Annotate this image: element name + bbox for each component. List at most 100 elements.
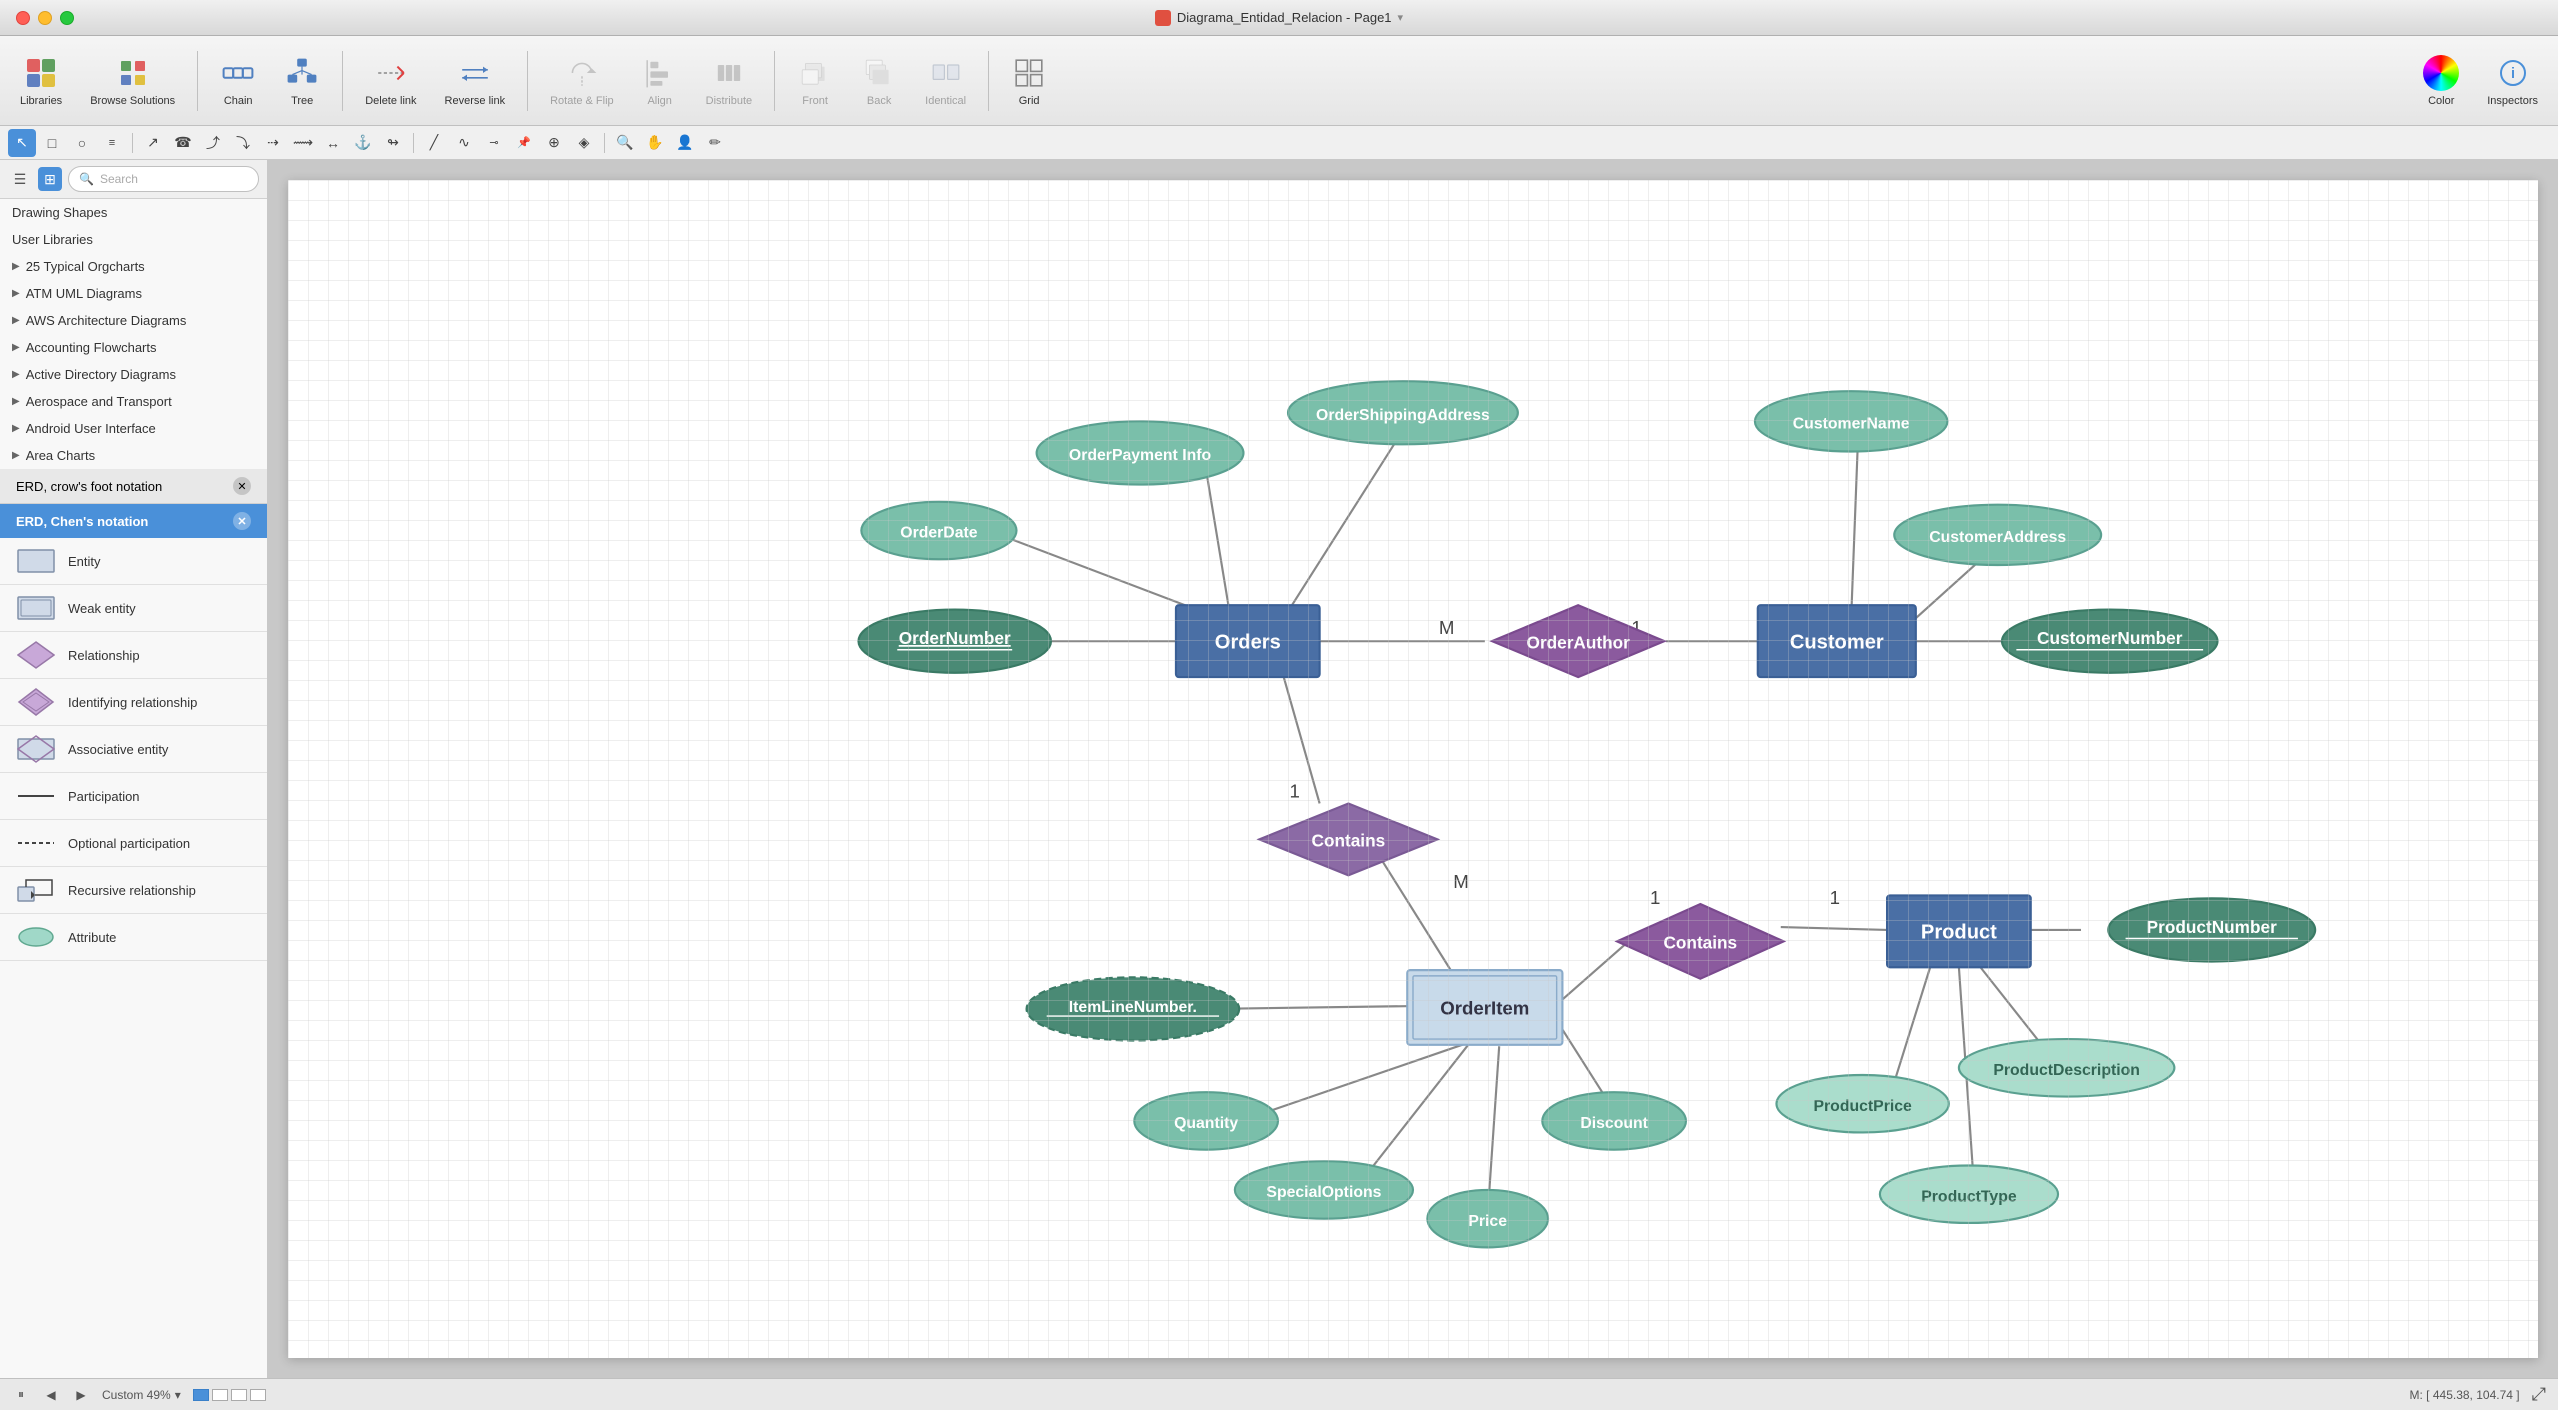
sidebar-item-accounting[interactable]: ▶ Accounting Flowcharts xyxy=(0,334,267,361)
pin4-tool[interactable]: ◈ xyxy=(570,129,598,157)
expand-button[interactable]: ⤢ xyxy=(2532,1384,2546,1405)
connect1-tool[interactable]: ↗ xyxy=(139,129,167,157)
diagram-canvas[interactable]: M 1 1 M 1 1 OrderShippingAddress OrderPa… xyxy=(288,180,2538,1358)
svg-text:ProductType: ProductType xyxy=(1921,1188,2017,1205)
sidebar-grid-view[interactable]: ⊞ xyxy=(38,167,62,191)
identical-button[interactable]: Identical xyxy=(913,49,978,113)
shape-attribute[interactable]: Attribute xyxy=(0,914,267,961)
connect4-tool[interactable]: ⤵ xyxy=(229,129,257,157)
shape-relationship[interactable]: Relationship xyxy=(0,632,267,679)
shape-weak-entity[interactable]: Weak entity xyxy=(0,585,267,632)
shape-associative-entity[interactable]: Associative entity xyxy=(0,726,267,773)
shape-recursive-relationship[interactable]: Recursive relationship xyxy=(0,867,267,914)
svg-text:M: M xyxy=(1453,871,1469,892)
person-tool[interactable]: 👤 xyxy=(671,129,699,157)
svg-text:1: 1 xyxy=(1631,617,1641,638)
chain-button[interactable]: Chain xyxy=(208,49,268,113)
coordinates-display: M: [ 445.38, 104.74 ] xyxy=(2410,1388,2520,1402)
svg-text:OrderShippingAddress: OrderShippingAddress xyxy=(1316,407,1490,424)
weak-entity-shape-icon xyxy=(16,593,56,623)
svg-text:Customer: Customer xyxy=(1790,631,1884,653)
pin1-tool[interactable]: ⊸ xyxy=(480,129,508,157)
sidebar-item-android[interactable]: ▶ Android User Interface xyxy=(0,415,267,442)
recursive-relationship-shape-icon xyxy=(16,875,56,905)
prev-page-button[interactable]: ◀ xyxy=(42,1386,60,1404)
front-button[interactable]: Front xyxy=(785,49,845,113)
erd-chen-close[interactable]: ✕ xyxy=(233,512,251,530)
svg-text:ProductDescription: ProductDescription xyxy=(1993,1062,2140,1079)
delete-link-button[interactable]: Delete link xyxy=(353,49,428,113)
sidebar-item-aws[interactable]: ▶ AWS Architecture Diagrams xyxy=(0,307,267,334)
sidebar-item-orgcharts[interactable]: ▶ 25 Typical Orgcharts xyxy=(0,253,267,280)
browse-solutions-button[interactable]: Browse Solutions xyxy=(78,49,187,113)
entity-shape-icon xyxy=(16,546,56,576)
canvas-area[interactable]: M 1 1 M 1 1 OrderShippingAddress OrderPa… xyxy=(268,160,2558,1378)
svg-text:Product: Product xyxy=(1921,922,1997,944)
back-button[interactable]: Back xyxy=(849,49,909,113)
connect2-tool[interactable]: ☎ xyxy=(169,129,197,157)
zoom-out-tool[interactable]: 🔍 xyxy=(611,129,639,157)
tools-toolbar: ↖ □ ○ ≡ ↗ ☎ ⤴ ⤵ ⇢ ⟿ ↔ ⚓ ↬ ╱ ∿ ⊸ 📌 ⊕ ◈ 🔍 … xyxy=(0,126,2558,160)
zoom-selector[interactable]: Custom 49% ▾ xyxy=(102,1388,181,1402)
connect7-tool[interactable]: ↔ xyxy=(319,129,347,157)
shape-identifying-relationship[interactable]: Identifying relationship xyxy=(0,679,267,726)
rotate-flip-button[interactable]: Rotate & Flip xyxy=(538,49,626,113)
text-tool[interactable]: ≡ xyxy=(98,129,126,157)
reverse-link-button[interactable]: Reverse link xyxy=(433,49,518,113)
pause-button[interactable]: ⏸ xyxy=(12,1386,30,1404)
sidebar-item-aerospace[interactable]: ▶ Aerospace and Transport xyxy=(0,388,267,415)
sidebar-item-atm-uml[interactable]: ▶ ATM UML Diagrams xyxy=(0,280,267,307)
line1-tool[interactable]: ╱ xyxy=(420,129,448,157)
rect-tool[interactable]: □ xyxy=(38,129,66,157)
inspectors-button[interactable]: i Inspectors xyxy=(2475,49,2550,113)
svg-text:1: 1 xyxy=(1650,887,1660,908)
connect6-tool[interactable]: ⟿ xyxy=(289,129,317,157)
sidebar-item-area-charts[interactable]: ▶ Area Charts xyxy=(0,442,267,469)
sidebar-item-drawing-shapes[interactable]: Drawing Shapes xyxy=(0,199,267,226)
shape-optional-participation[interactable]: Optional participation xyxy=(0,820,267,867)
distribute-button[interactable]: Distribute xyxy=(694,49,764,113)
minimize-button[interactable] xyxy=(38,11,52,25)
sidebar-list-view[interactable]: ☰ xyxy=(8,167,32,191)
page-indicator-3[interactable] xyxy=(231,1389,247,1401)
connect9-tool[interactable]: ↬ xyxy=(379,129,407,157)
next-page-button[interactable]: ▶ xyxy=(72,1386,90,1404)
page-indicator-2[interactable] xyxy=(212,1389,228,1401)
search-box[interactable]: 🔍 Search xyxy=(68,166,259,192)
svg-text:1: 1 xyxy=(1289,781,1299,802)
shape-participation[interactable]: Participation xyxy=(0,773,267,820)
sidebar-item-user-libraries[interactable]: User Libraries xyxy=(0,226,267,253)
svg-text:SpecialOptions: SpecialOptions xyxy=(1266,1184,1381,1201)
pin2-tool[interactable]: 📌 xyxy=(510,129,538,157)
page-indicator-4[interactable] xyxy=(250,1389,266,1401)
shape-entity[interactable]: Entity xyxy=(0,538,267,585)
close-button[interactable] xyxy=(16,11,30,25)
svg-text:Orders: Orders xyxy=(1215,631,1281,653)
align-button[interactable]: Align xyxy=(630,49,690,113)
grid-button[interactable]: Grid xyxy=(999,49,1059,113)
connect8-tool[interactable]: ⚓ xyxy=(349,129,377,157)
page-indicator-1[interactable] xyxy=(193,1389,209,1401)
svg-text:OrderItem: OrderItem xyxy=(1440,998,1529,1019)
erd-crowfoot-library[interactable]: ERD, crow's foot notation ✕ xyxy=(0,469,267,504)
pen-tool[interactable]: ✏ xyxy=(701,129,729,157)
svg-text:CustomerNumber: CustomerNumber xyxy=(2037,628,2183,648)
pan-tool[interactable]: ✋ xyxy=(641,129,669,157)
pin3-tool[interactable]: ⊕ xyxy=(540,129,568,157)
erd-chen-library[interactable]: ERD, Chen's notation ✕ xyxy=(0,504,267,538)
libraries-button[interactable]: Libraries xyxy=(8,49,74,113)
color-button[interactable]: Color xyxy=(2411,49,2471,113)
connect3-tool[interactable]: ⤴ xyxy=(199,129,227,157)
line2-tool[interactable]: ∿ xyxy=(450,129,478,157)
erd-crowfoot-close[interactable]: ✕ xyxy=(233,477,251,495)
optional-participation-shape-icon xyxy=(16,828,56,858)
participation-shape-icon xyxy=(16,781,56,811)
tree-button[interactable]: Tree xyxy=(272,49,332,113)
connect5-tool[interactable]: ⇢ xyxy=(259,129,287,157)
maximize-button[interactable] xyxy=(60,11,74,25)
select-tool[interactable]: ↖ xyxy=(8,129,36,157)
ellipse-tool[interactable]: ○ xyxy=(68,129,96,157)
identifying-relationship-shape-icon xyxy=(16,687,56,717)
sidebar-content: Drawing Shapes User Libraries ▶ 25 Typic… xyxy=(0,199,267,1378)
sidebar-item-active-directory[interactable]: ▶ Active Directory Diagrams xyxy=(0,361,267,388)
